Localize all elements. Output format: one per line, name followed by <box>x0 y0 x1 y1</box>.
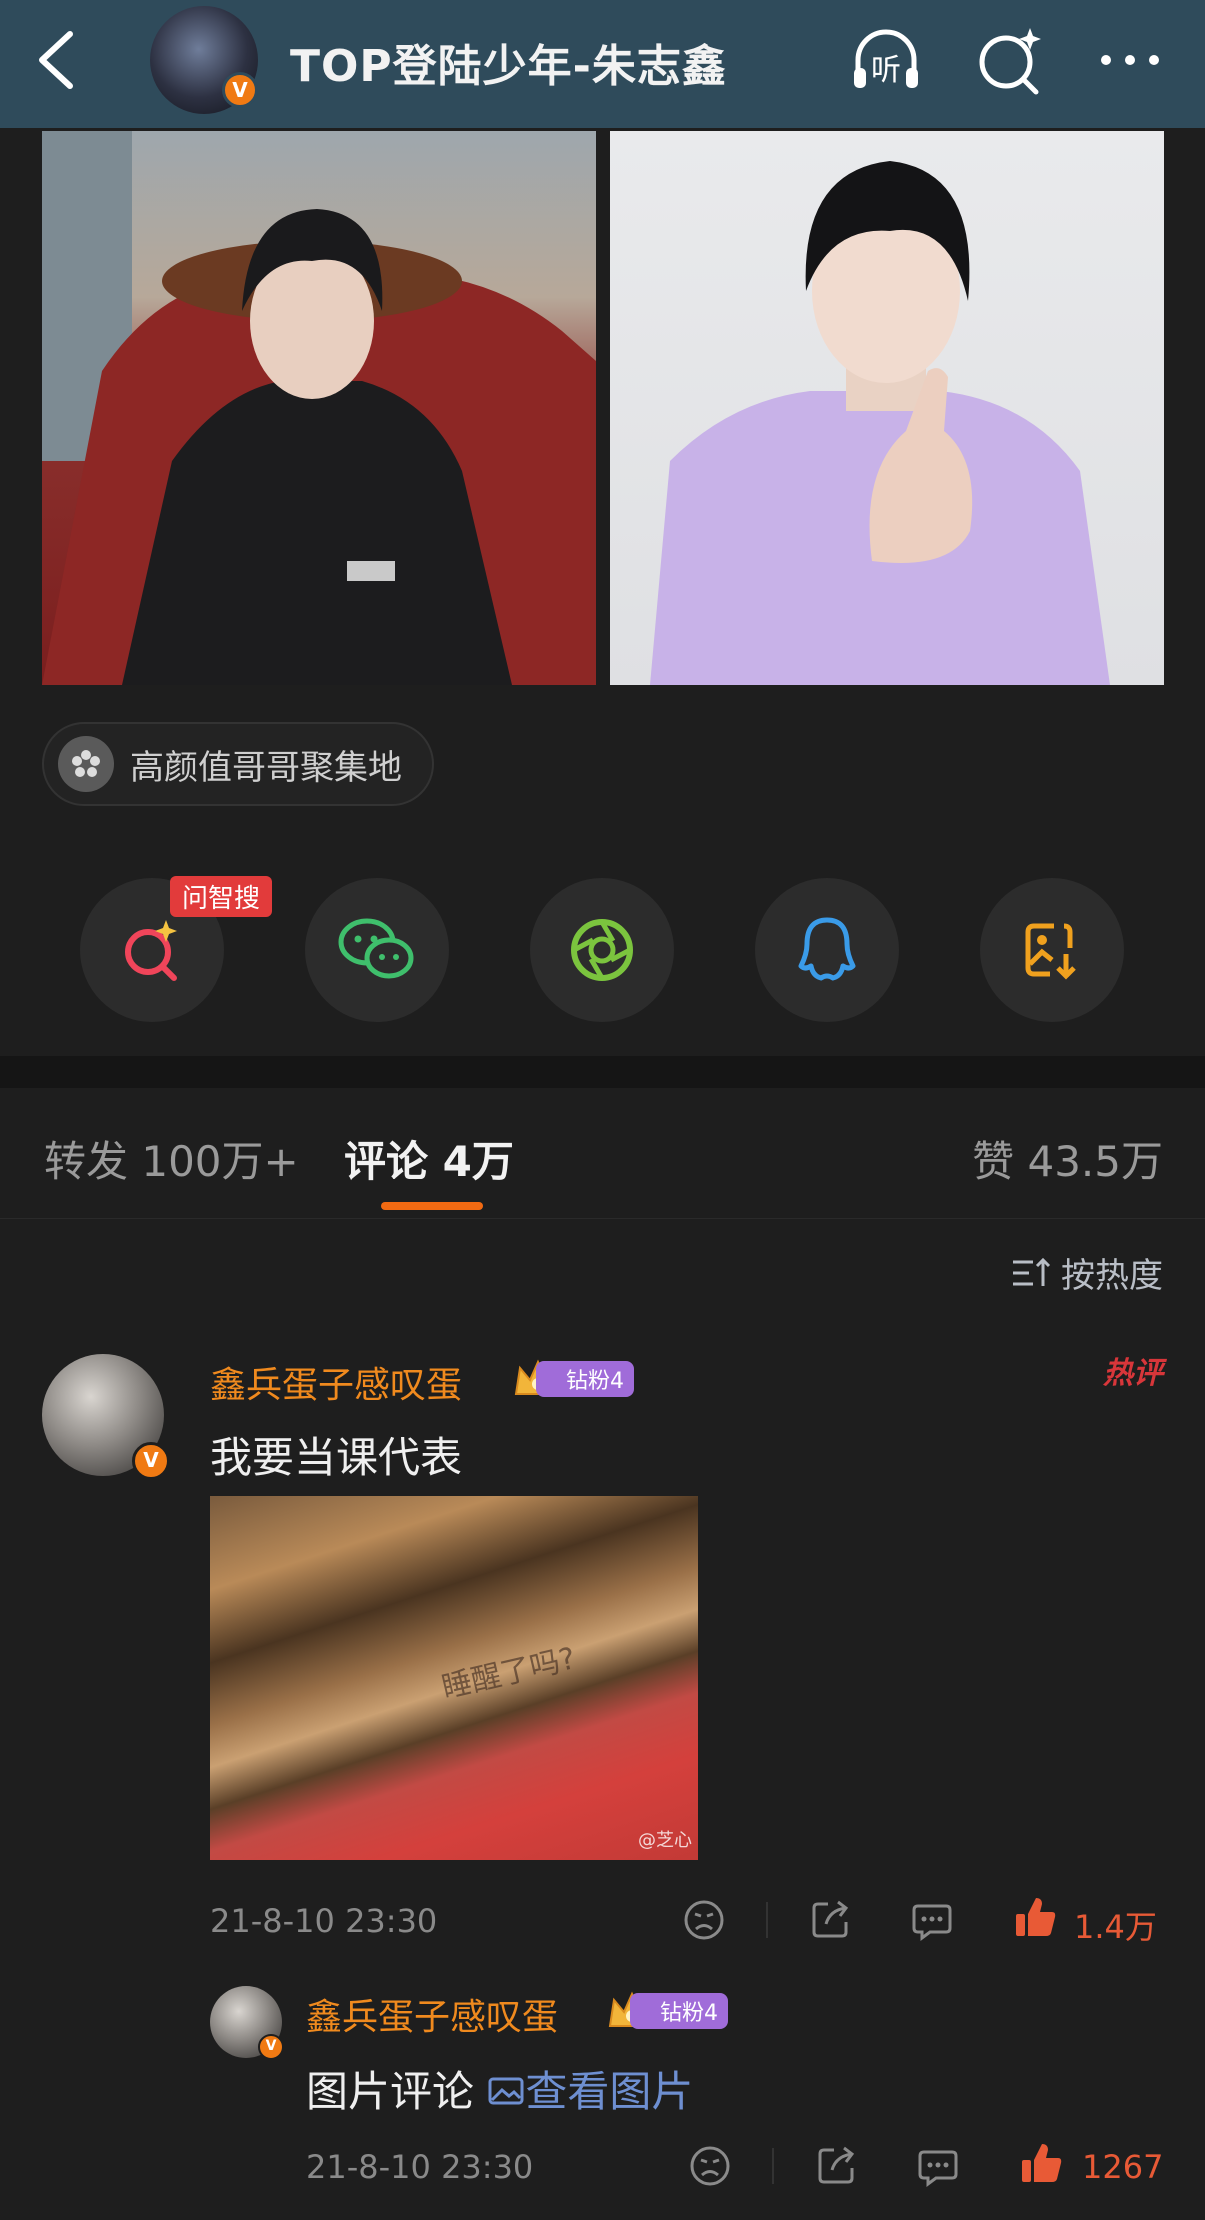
headphones-icon: 听 <box>854 29 918 88</box>
ai-search-icon <box>125 920 177 981</box>
reply-user-name[interactable]: 鑫兵蛋子感叹蛋 <box>306 1988 558 2040</box>
frown-face-icon <box>684 1900 724 1940</box>
more-dots-icon <box>1101 55 1159 65</box>
frown-face-icon <box>690 2146 730 2186</box>
qq-penguin-icon <box>798 917 856 981</box>
photo-person-black-shirt <box>42 131 596 685</box>
tabs-divider <box>0 1218 1205 1219</box>
view-image-link[interactable]: 查看图片 <box>487 2067 693 2116</box>
reply-comment-button[interactable] <box>910 1898 954 1942</box>
comment-time: 21-8-10 23:30 <box>210 1902 438 1940</box>
tab-like[interactable]: 赞 43.5万 <box>972 1128 1163 1189</box>
reply-like-count: 1267 <box>1082 2148 1164 2186</box>
share-icon <box>818 2146 855 2184</box>
active-tab-indicator <box>381 1202 483 1210</box>
fan-badge: 钻粉4 <box>512 1358 634 1400</box>
photo-person-purple-shirt <box>650 161 1110 685</box>
reply-dislike-button[interactable] <box>688 2144 732 2188</box>
view-image-label: 查看图片 <box>525 2067 694 2116</box>
listen-label: 听 <box>871 53 901 88</box>
verified-badge-icon: V <box>132 1442 170 1480</box>
reply-like-button[interactable] <box>1018 2140 1064 2186</box>
ai-search-icon <box>979 28 1041 95</box>
reply-share-button[interactable] <box>814 2144 858 2188</box>
action-separator <box>766 1902 768 1938</box>
save-image-icon <box>1025 923 1076 980</box>
tab-comment[interactable]: 评论 4万 <box>344 1128 514 1189</box>
share-save-image-button[interactable] <box>980 878 1124 1022</box>
share-wechat-button[interactable] <box>305 878 449 1022</box>
comment-image-watermark: @芝心 <box>638 1830 692 1851</box>
reply-comment-button[interactable] <box>916 2144 960 2188</box>
sort-icon <box>1013 1257 1051 1286</box>
more-button[interactable] <box>1092 22 1168 98</box>
image-icon <box>488 2077 524 2105</box>
comment-bubble-icon <box>912 1904 952 1941</box>
reply-fan-badge-label: 钻粉4 <box>630 1993 728 2029</box>
search-button[interactable] <box>972 22 1048 98</box>
hot-comment-tag: 热评 <box>1103 1356 1163 1391</box>
like-comment-button[interactable] <box>1012 1894 1058 1940</box>
post-image-2[interactable] <box>610 131 1164 685</box>
top-bar: V TOP登陆少年-朱志鑫 听 <box>0 0 1205 128</box>
share-moments-button[interactable] <box>530 878 674 1022</box>
share-qq-button[interactable] <box>755 878 899 1022</box>
share-comment-button[interactable] <box>808 1898 852 1942</box>
tab-repost[interactable]: 转发 100万+ <box>44 1128 299 1189</box>
reply-fan-badge: 钻粉4 <box>606 1990 728 2032</box>
back-button[interactable] <box>28 26 88 94</box>
comment-text: 我要当课代表 <box>210 1433 463 1482</box>
comment-image-caption: 睡醒了吗? <box>438 1641 579 1706</box>
wechat-icon <box>338 918 414 979</box>
thumbs-up-icon <box>1016 1898 1056 1936</box>
page-title: TOP登陆少年-朱志鑫 <box>290 41 727 92</box>
moments-aperture-icon <box>571 919 633 981</box>
verified-badge-icon: V <box>258 2034 284 2060</box>
comment-like-count: 1.4万 <box>1074 1908 1157 1946</box>
topic-chip[interactable]: 高颜值哥哥聚集地 <box>42 722 434 806</box>
share-icon <box>812 1900 849 1938</box>
sort-button[interactable]: 按热度 <box>1011 1248 1163 1297</box>
topic-label: 高颜值哥哥聚集地 <box>130 747 402 788</box>
ai-search-tag: 问智搜 <box>170 876 273 917</box>
reply-text-row: 图片评论 查看图片 <box>306 2058 693 2119</box>
listen-button[interactable]: 听 <box>848 22 924 98</box>
comment-bubble-icon <box>918 2150 958 2187</box>
verified-badge-icon: V <box>222 72 258 108</box>
post-image-1[interactable] <box>42 131 596 685</box>
fan-badge-label: 钻粉4 <box>536 1361 634 1397</box>
commenter-name[interactable]: 鑫兵蛋子感叹蛋 <box>210 1356 462 1408</box>
chevron-left-icon <box>39 31 73 89</box>
comment-image[interactable]: 睡醒了吗? @芝心 <box>210 1496 698 1860</box>
action-separator <box>772 2148 774 2184</box>
sort-label: 按热度 <box>1061 1256 1163 1296</box>
thumbs-up-icon <box>1022 2144 1062 2182</box>
reply-time: 21-8-10 23:30 <box>306 2148 534 2186</box>
topic-flower-icon <box>58 736 114 792</box>
dislike-button[interactable] <box>682 1898 726 1942</box>
section-divider <box>0 1056 1205 1088</box>
reply-text: 图片评论 <box>306 2067 475 2116</box>
